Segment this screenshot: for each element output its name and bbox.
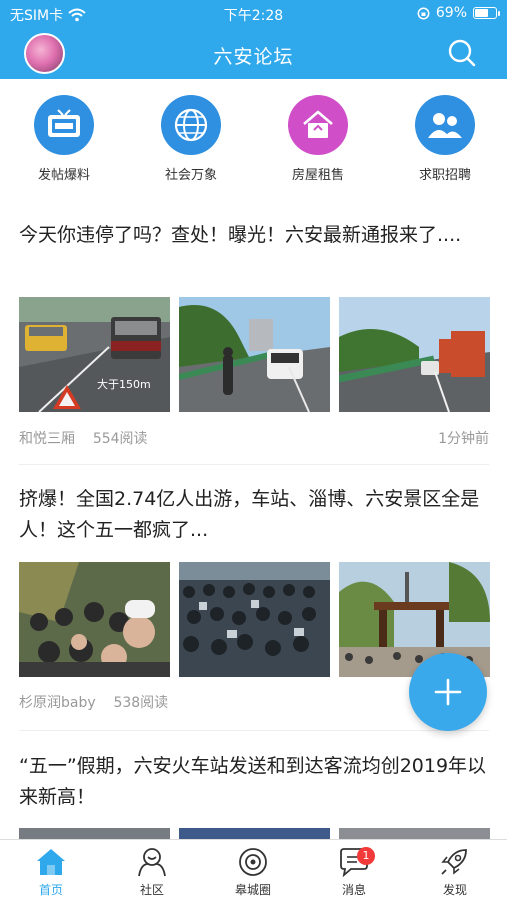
top-bar: 无SIM卡 下午2:28 69% 六安论坛 xyxy=(0,0,507,79)
community-icon xyxy=(138,848,166,877)
tab-label: 皋城圈 xyxy=(234,883,271,897)
post-item[interactable]: “五一”假期，六安火车站发送和到达客流均创2019年以来新高！ xyxy=(19,751,490,840)
battery-icon xyxy=(473,7,500,19)
post-reads: 554阅读 xyxy=(92,431,148,447)
globe-icon xyxy=(161,95,221,155)
tab-gaocheng-circle[interactable]: 皋城圈 xyxy=(213,844,293,898)
quick-link-label: 求职招聘 xyxy=(418,168,471,183)
quick-link-jobs[interactable]: 求职招聘 xyxy=(400,95,490,183)
post-author[interactable]: 杉原润baby xyxy=(19,695,96,711)
quick-links: 发帖爆料 社会万象 房屋租售 求职招聘 xyxy=(0,95,507,190)
news-tv-icon xyxy=(34,95,94,155)
divider xyxy=(19,464,489,465)
tab-label: 发现 xyxy=(442,883,467,897)
post-image[interactable] xyxy=(339,297,490,412)
circle-icon xyxy=(239,848,267,876)
status-bar: 无SIM卡 下午2:28 69% xyxy=(0,0,507,28)
quick-link-report[interactable]: 发帖爆料 xyxy=(19,95,109,183)
house-icon xyxy=(288,95,348,155)
image-caption: 大于150m xyxy=(97,377,151,391)
home-icon xyxy=(37,849,65,875)
battery-fill xyxy=(475,9,489,17)
tab-community[interactable]: 社区 xyxy=(112,844,192,898)
post-item[interactable]: 今天你违停了吗？查处！曝光！六安最新通报来了.... 大于150m 和悦三厢 5… xyxy=(19,220,490,447)
post-images xyxy=(19,562,490,677)
post-author[interactable]: 和悦三厢 xyxy=(19,431,75,447)
quick-link-society[interactable]: 社会万象 xyxy=(146,95,236,183)
quick-link-label: 社会万象 xyxy=(164,168,217,183)
tab-messages[interactable]: 1 消息 xyxy=(314,844,394,898)
post-title[interactable]: 挤爆！全国2.74亿人出游，车站、淄博、六安景区全是人！这个五一都疯了... xyxy=(19,484,489,546)
post-image[interactable] xyxy=(179,297,330,412)
unread-badge: 1 xyxy=(357,847,375,865)
battery-percent: 69% xyxy=(435,5,467,21)
search-icon[interactable] xyxy=(447,38,477,68)
post-image[interactable] xyxy=(19,562,170,677)
tab-label: 消息 xyxy=(341,883,366,897)
tab-discover[interactable]: 发现 xyxy=(415,844,495,898)
tab-bar: 首页 社区 皋城圈 1 消息 发现 xyxy=(0,839,507,900)
tab-label: 社区 xyxy=(139,883,164,897)
tab-home[interactable]: 首页 xyxy=(11,844,91,898)
divider xyxy=(19,730,489,731)
quick-link-label: 房屋租售 xyxy=(291,168,344,183)
tab-label: 首页 xyxy=(38,883,63,897)
rocket-icon xyxy=(441,849,467,875)
plus-icon xyxy=(434,678,462,706)
post-images: 大于150m xyxy=(19,297,490,412)
post-time: 1分钟前 xyxy=(438,431,489,447)
post-title[interactable]: “五一”假期，六安火车站发送和到达客流均创2019年以来新高！ xyxy=(19,751,489,813)
post-item[interactable]: 挤爆！全国2.74亿人出游，车站、淄博、六安景区全是人！这个五一都疯了... 杉… xyxy=(19,484,490,711)
post-meta: 和悦三厢 554阅读 1分钟前 xyxy=(19,428,489,448)
post-reads: 538阅读 xyxy=(113,695,169,711)
page-title: 六安论坛 xyxy=(213,46,294,68)
people-icon xyxy=(415,95,475,155)
post-title[interactable]: 今天你违停了吗？查处！曝光！六安最新通报来了.... xyxy=(19,220,489,251)
new-post-button[interactable] xyxy=(409,653,487,731)
quick-link-housing[interactable]: 房屋租售 xyxy=(273,95,363,183)
post-image[interactable]: 大于150m xyxy=(19,297,170,412)
quick-link-label: 发帖爆料 xyxy=(37,168,90,183)
orientation-lock-icon xyxy=(417,7,430,19)
post-image[interactable] xyxy=(179,562,330,677)
